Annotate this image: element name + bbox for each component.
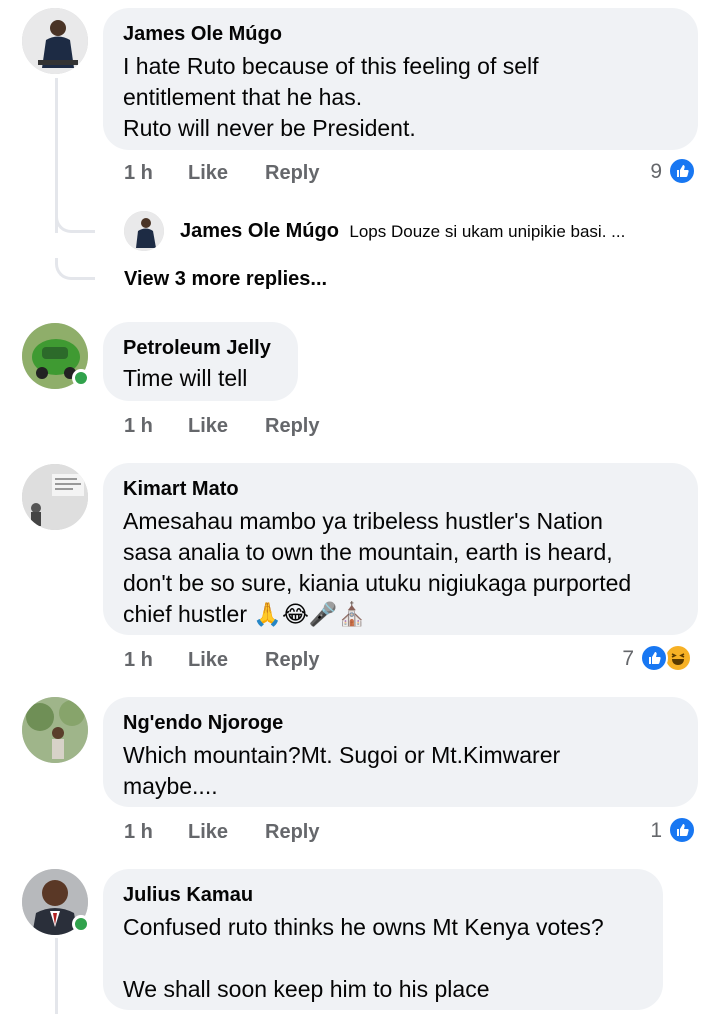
comment-timestamp[interactable]: 1 h [124, 821, 153, 844]
comment-text: Confused ruto thinks he owns Mt Kenya vo… [123, 914, 604, 1002]
reply-text: Lops Douze si ukam unipikie basi. ... [349, 222, 626, 241]
comment-author[interactable]: Kimart Mato [123, 477, 678, 501]
comment-author[interactable]: James Ole Múgo [123, 22, 678, 46]
comment-text: Which mountain?Mt. Sugoi or Mt.Kimwarer … [123, 742, 561, 799]
avatar-photo [22, 697, 88, 763]
like-button[interactable]: Like [188, 649, 228, 672]
comment-author[interactable]: Ng'endo Njoroge [123, 711, 678, 735]
online-status-indicator [72, 369, 90, 387]
like-icon [640, 644, 668, 672]
haha-icon [664, 644, 692, 672]
avatar-photo [22, 8, 88, 74]
comment-bubble-5: Julius Kamau Confused ruto thinks he own… [103, 869, 663, 1010]
comment-bubble-2: Petroleum Jelly Time will tell [103, 322, 298, 401]
reply-thread-line [55, 78, 58, 233]
reply-preview[interactable]: James Ole Múgo Lops Douze si ukam unipik… [180, 220, 625, 243]
avatar-kimart-mato[interactable] [22, 464, 88, 530]
reply-button[interactable]: Reply [265, 162, 319, 185]
like-button[interactable]: Like [188, 162, 228, 185]
reply-author[interactable]: James Ole Múgo [180, 220, 339, 242]
reply-button[interactable]: Reply [265, 415, 319, 438]
reply-thread-line [55, 938, 58, 1014]
comment-text: Time will tell [123, 365, 248, 391]
avatar-photo [22, 464, 88, 530]
avatar-photo [124, 211, 164, 251]
like-icon [668, 157, 696, 185]
like-icon [668, 816, 696, 844]
comment-timestamp[interactable]: 1 h [124, 649, 153, 672]
comment-bubble-3: Kimart Mato Amesahau mambo ya tribeless … [103, 463, 698, 635]
comment-author[interactable]: Petroleum Jelly [123, 336, 278, 360]
reply-button[interactable]: Reply [265, 821, 319, 844]
reply-thread-curve [55, 215, 95, 233]
comment-text: Amesahau mambo ya tribeless hustler's Na… [123, 508, 632, 627]
like-button[interactable]: Like [188, 415, 228, 438]
view-replies-thread-curve [55, 258, 95, 280]
comment-text: I hate Ruto because of this feeling of s… [123, 53, 539, 141]
avatar-ngendo-njoroge[interactable] [22, 697, 88, 763]
comment-timestamp[interactable]: 1 h [124, 162, 153, 185]
comment-bubble-1: James Ole Múgo I hate Ruto because of th… [103, 8, 698, 150]
comment-bubble-4: Ng'endo Njoroge Which mountain?Mt. Sugoi… [103, 697, 698, 807]
online-status-indicator [72, 915, 90, 933]
avatar-reply-james-ole-mugo[interactable] [124, 211, 164, 251]
comment-author[interactable]: Julius Kamau [123, 883, 643, 907]
comment-timestamp[interactable]: 1 h [124, 415, 153, 438]
reaction-count: 7 [622, 647, 634, 670]
reply-button[interactable]: Reply [265, 649, 319, 672]
reaction-count: 9 [650, 160, 662, 183]
reaction-count: 1 [650, 819, 662, 842]
avatar-james-ole-mugo[interactable] [22, 8, 88, 74]
like-button[interactable]: Like [188, 821, 228, 844]
view-more-replies-link[interactable]: View 3 more replies... [124, 268, 327, 291]
